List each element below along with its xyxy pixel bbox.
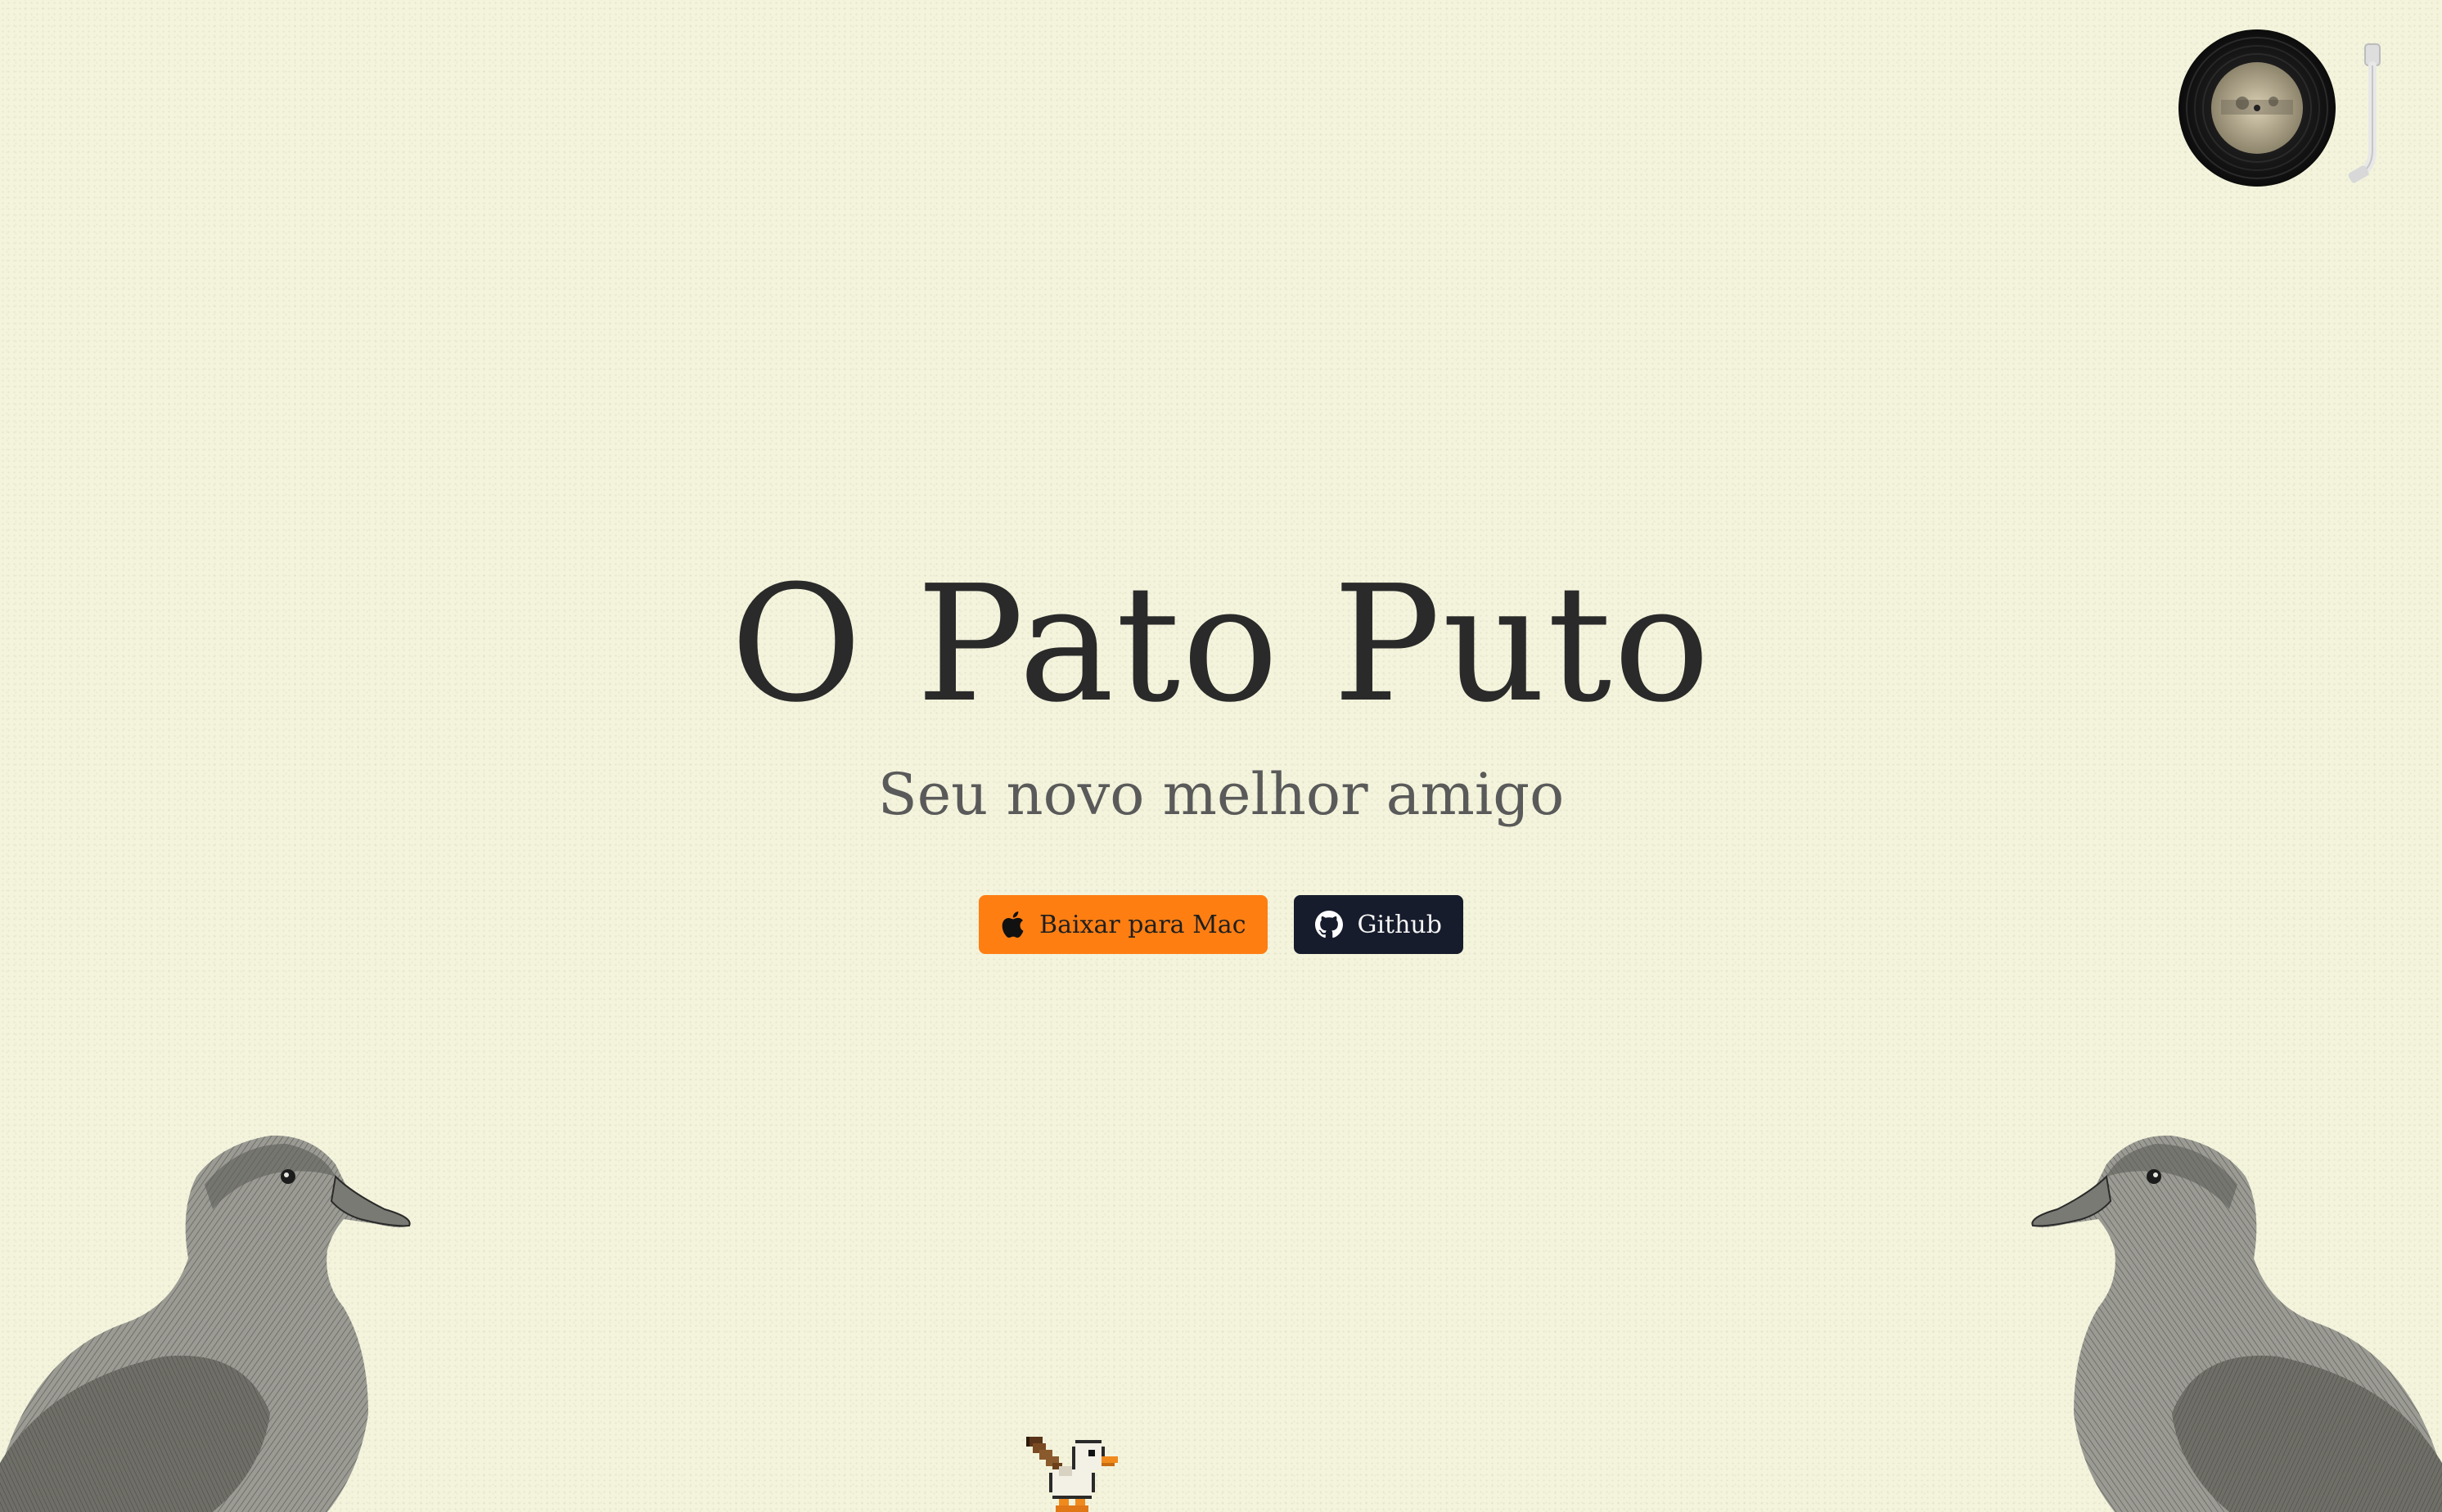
hero-section: O Pato Puto Seu novo melhor amigo Baixar…: [0, 565, 2442, 954]
duck-illustration-right: [2016, 1087, 2442, 1512]
github-button[interactable]: Github: [1293, 895, 1463, 954]
record-player-icon[interactable]: [2167, 28, 2413, 191]
apple-icon: [1000, 911, 1025, 938]
duck-illustration-left: [0, 1087, 426, 1512]
github-label: Github: [1357, 910, 1442, 939]
github-icon: [1314, 911, 1343, 938]
pixel-duck-icon[interactable]: [1026, 1430, 1128, 1512]
page-title: O Pato Puto: [730, 551, 1712, 738]
action-buttons: Baixar para Mac Github: [0, 895, 2442, 954]
page-subtitle: Seu novo melhor amigo: [877, 761, 1565, 828]
download-mac-label: Baixar para Mac: [1039, 910, 1246, 939]
download-mac-button[interactable]: Baixar para Mac: [979, 895, 1268, 954]
